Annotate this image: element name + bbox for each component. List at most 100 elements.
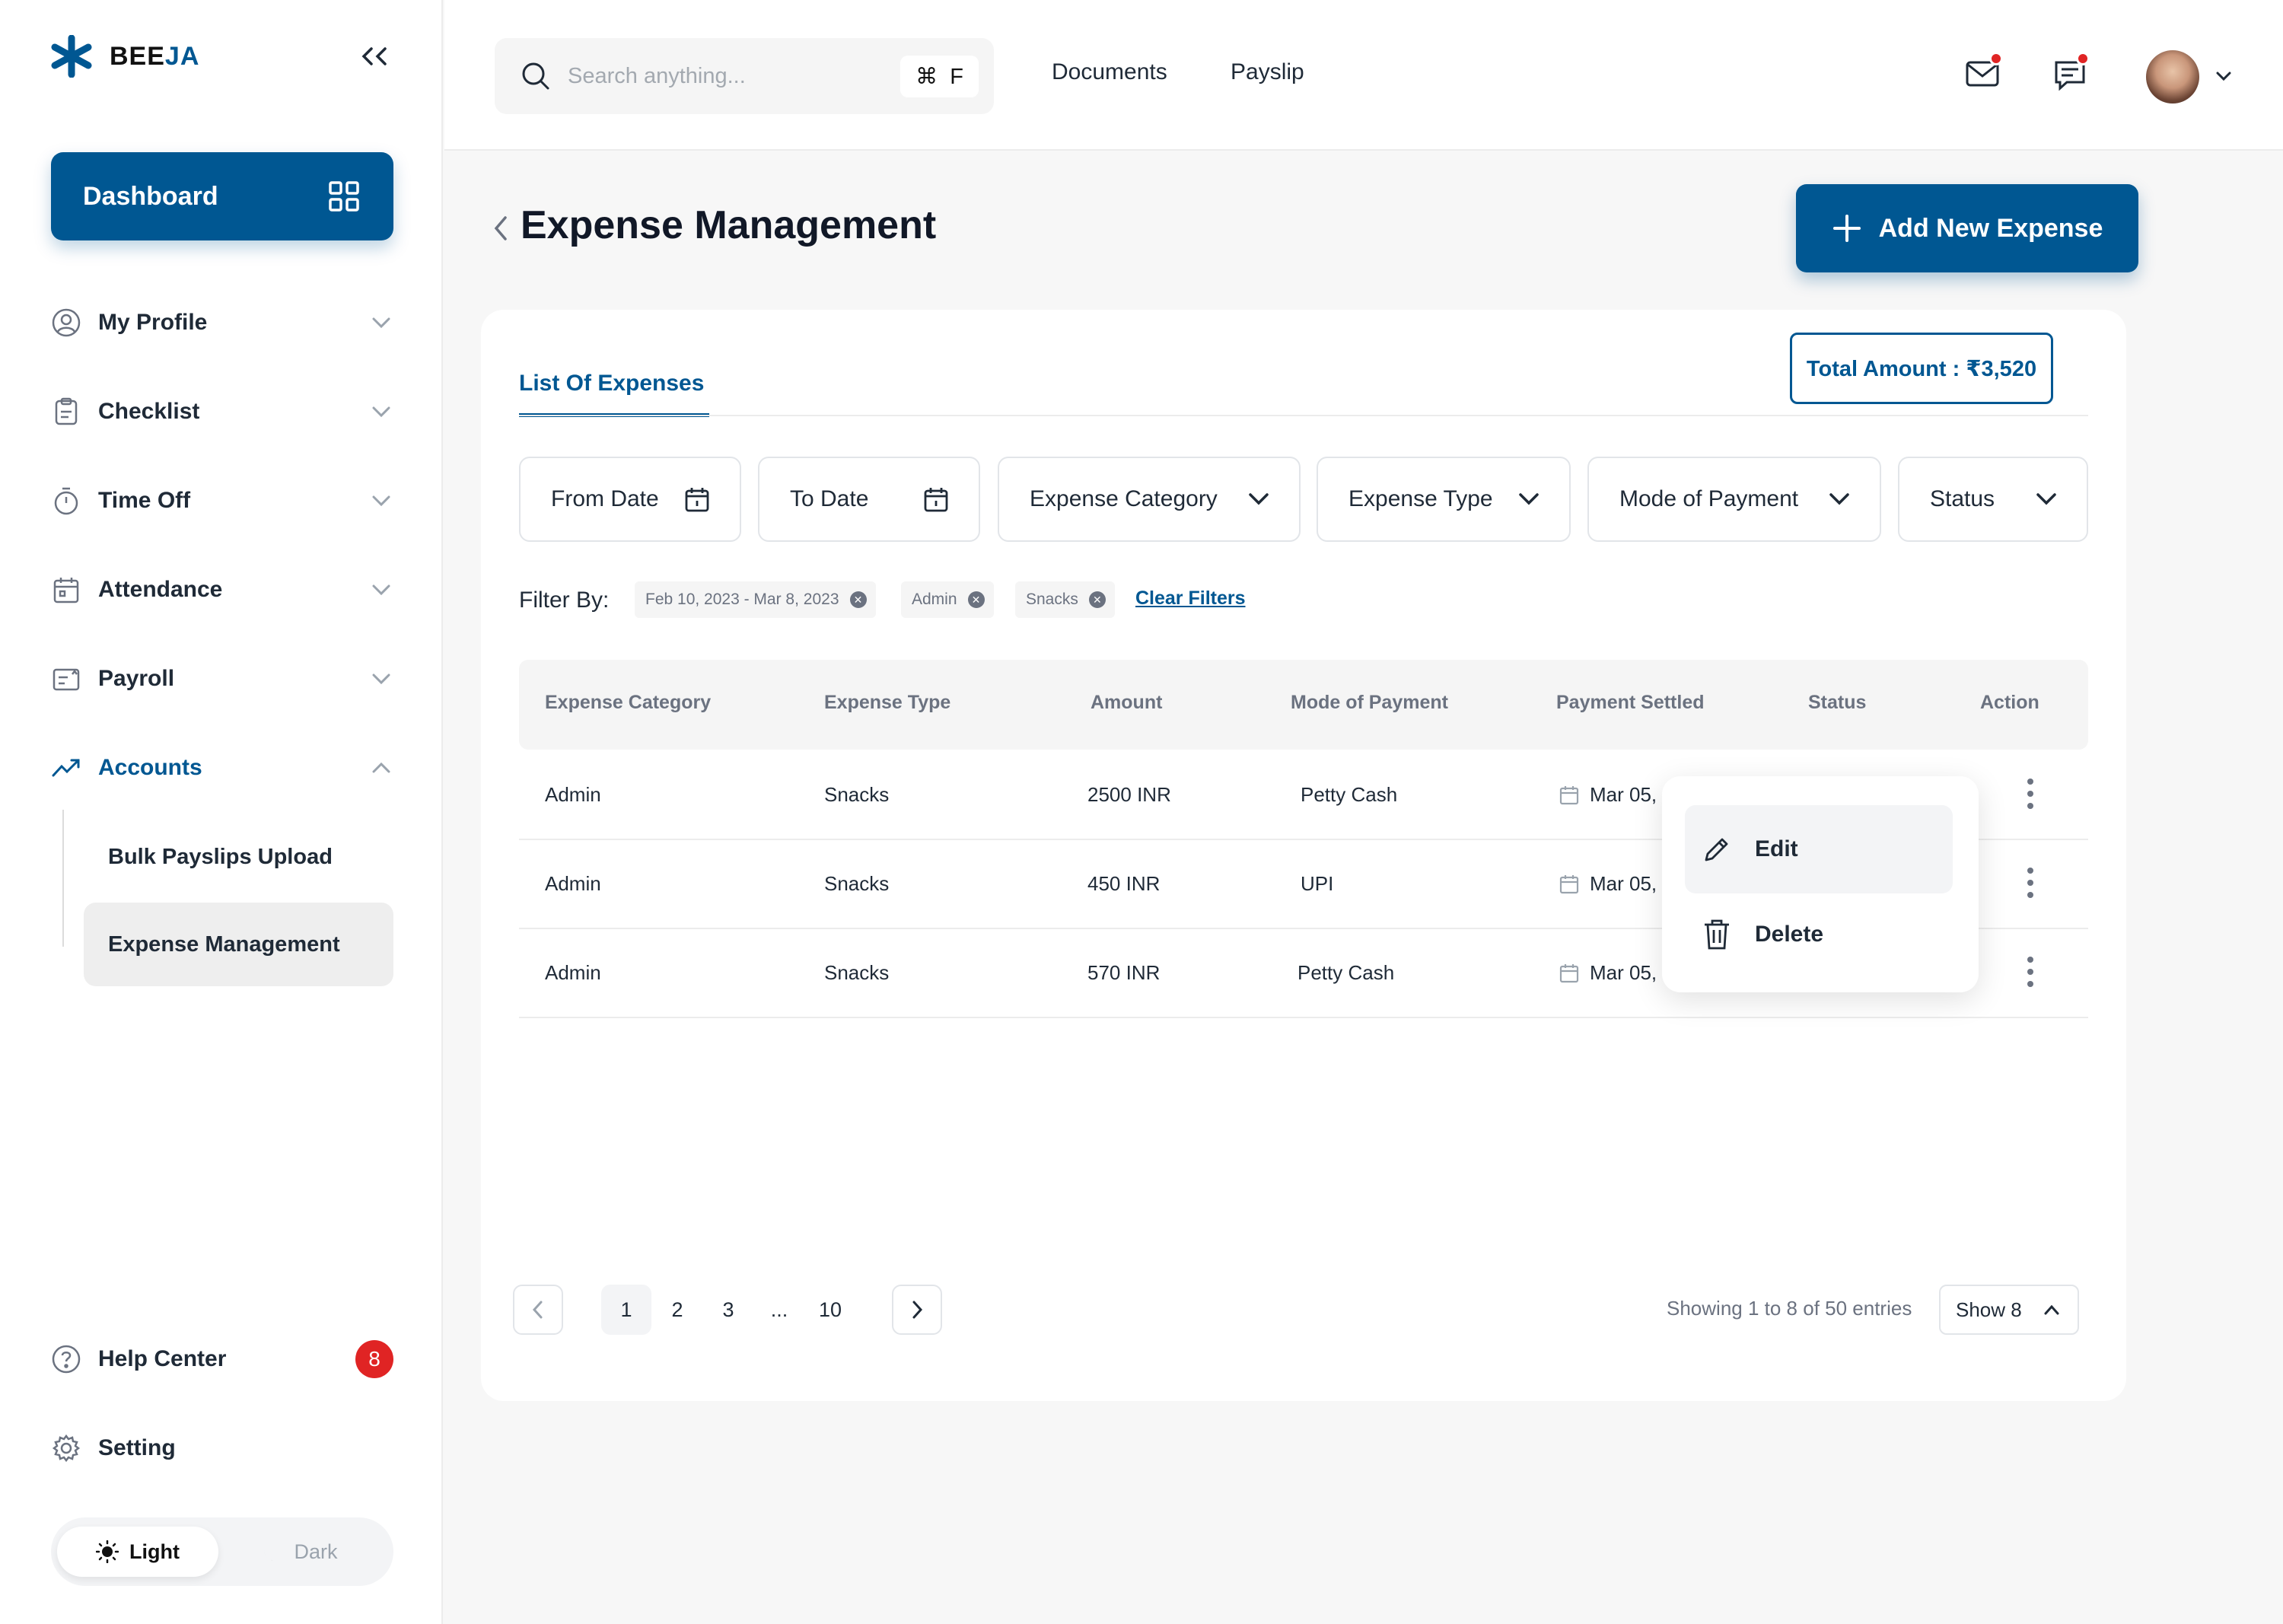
edit-menu-item[interactable]: Edit xyxy=(1685,805,1953,893)
total-amount: Total Amount : ₹3,520 xyxy=(1790,333,2053,404)
subitem-label: Expense Management xyxy=(108,931,340,957)
column-header: Mode of Payment xyxy=(1291,692,1448,713)
expense-type-select[interactable]: Expense Type xyxy=(1317,457,1571,542)
trending-up-icon xyxy=(52,759,80,777)
back-button[interactable] xyxy=(492,213,510,244)
moon-icon xyxy=(265,1543,276,1561)
chat-unread-dot xyxy=(2076,52,2090,65)
collapse-sidebar-button[interactable] xyxy=(358,44,391,68)
page-10-button[interactable]: 10 xyxy=(805,1285,855,1335)
chevron-down-icon xyxy=(372,495,390,507)
page-size-label: Show 8 xyxy=(1956,1298,2022,1321)
chevron-right-icon xyxy=(912,1301,923,1319)
filter-chip-date: Feb 10, 2023 - Mar 8, 2023 ✕ xyxy=(635,581,876,618)
sidebar-item-my-profile[interactable]: My Profile xyxy=(51,300,393,345)
dark-label: Dark xyxy=(294,1540,338,1563)
chevron-up-icon xyxy=(2044,1304,2059,1315)
cell-category: Admin xyxy=(545,961,601,984)
calendar-icon xyxy=(1559,875,1579,894)
tab-divider xyxy=(519,415,2088,416)
clipboard-icon xyxy=(55,397,78,425)
remove-chip-icon[interactable]: ✕ xyxy=(849,591,867,608)
status-select[interactable]: Status xyxy=(1898,457,2088,542)
topbar: Search anything... ⌘ F Documents Payslip xyxy=(444,0,2283,151)
column-header: Amount xyxy=(1091,692,1163,713)
sidebar-item-help-center[interactable]: Help Center 8 xyxy=(51,1336,393,1382)
sidebar-item-checklist[interactable]: Checklist xyxy=(51,389,393,435)
search-input[interactable]: Search anything... xyxy=(568,64,900,89)
calendar-icon xyxy=(53,578,79,603)
page-3-button[interactable]: 3 xyxy=(703,1285,753,1335)
filter-label: Expense Category xyxy=(1030,486,1218,511)
row-actions-button[interactable] xyxy=(2024,779,2036,812)
plus-icon xyxy=(1832,215,1861,242)
page-2-button[interactable]: 2 xyxy=(652,1285,702,1335)
page-1-button[interactable]: 1 xyxy=(601,1285,651,1335)
clear-filters-link[interactable]: Clear Filters xyxy=(1135,588,1246,610)
trash-icon xyxy=(1705,919,1729,950)
sidebar-item-label: My Profile xyxy=(98,310,208,335)
sidebar-item-time-off[interactable]: Time Off xyxy=(51,478,393,524)
filter-label: Expense Type xyxy=(1348,486,1493,511)
avatar[interactable] xyxy=(2146,50,2199,103)
profile-menu-toggle[interactable] xyxy=(2215,68,2233,84)
dashboard-button[interactable]: Dashboard xyxy=(51,152,393,240)
sidebar-item-payroll[interactable]: Payroll xyxy=(51,656,393,702)
sidebar-item-attendance[interactable]: Attendance xyxy=(51,567,393,613)
calendar-icon xyxy=(1559,786,1579,805)
filter-chip-snacks: Snacks ✕ xyxy=(1015,581,1115,618)
light-theme-option[interactable]: Light xyxy=(57,1527,218,1577)
shortcut-key: F xyxy=(950,64,963,89)
dashboard-label: Dashboard xyxy=(83,181,218,211)
sidebar-item-setting[interactable]: Setting xyxy=(51,1425,393,1471)
cell-amount: 450 INR xyxy=(1087,872,1161,895)
prev-page-button[interactable] xyxy=(513,1285,563,1335)
brand-logo[interactable]: BEEJA xyxy=(50,35,199,78)
grid-icon xyxy=(329,181,359,212)
nav-link-documents[interactable]: Documents xyxy=(1052,59,1167,85)
mail-unread-dot xyxy=(1989,52,2003,65)
page-size-select[interactable]: Show 8 xyxy=(1939,1285,2079,1335)
chevron-down-icon xyxy=(372,406,390,418)
page-ellipsis: ... xyxy=(770,1298,788,1321)
theme-toggle: Light Dark xyxy=(51,1517,393,1586)
next-page-button[interactable] xyxy=(892,1285,942,1335)
mail-button[interactable] xyxy=(1965,52,2003,88)
cell-amount: 570 INR xyxy=(1087,961,1161,984)
expense-category-select[interactable]: Expense Category xyxy=(998,457,1301,542)
from-date-filter[interactable]: From Date xyxy=(519,457,741,542)
row-actions-button[interactable] xyxy=(2024,957,2036,990)
delete-menu-item[interactable]: Delete xyxy=(1685,890,1953,979)
mode-of-payment-select[interactable]: Mode of Payment xyxy=(1587,457,1881,542)
sun-icon xyxy=(96,1540,119,1563)
sidebar-subitem-expense-management[interactable]: Expense Management xyxy=(84,903,393,986)
cell-type: Snacks xyxy=(824,783,890,806)
entries-summary: Showing 1 to 8 of 50 entries xyxy=(1667,1297,1912,1320)
cell-mode: Petty Cash xyxy=(1298,961,1395,984)
chevron-down-icon xyxy=(1829,493,1849,505)
add-new-expense-button[interactable]: Add New Expense xyxy=(1796,184,2138,272)
cell-mode: UPI xyxy=(1301,872,1334,895)
chevron-down-icon xyxy=(1249,493,1269,505)
dark-theme-option[interactable]: Dark xyxy=(218,1527,380,1577)
sidebar-subitem-bulk-payslips-upload[interactable]: Bulk Payslips Upload xyxy=(84,815,393,899)
subitem-label: Bulk Payslips Upload xyxy=(108,844,333,869)
tab-list-of-expenses[interactable]: List Of Expenses xyxy=(519,371,709,417)
chip-label: Admin xyxy=(912,591,957,608)
sidebar-item-label: Payroll xyxy=(98,666,175,691)
remove-chip-icon[interactable]: ✕ xyxy=(967,591,985,608)
remove-chip-icon[interactable]: ✕ xyxy=(1088,591,1106,608)
nav-link-payslip[interactable]: Payslip xyxy=(1231,59,1304,85)
delete-label: Delete xyxy=(1755,922,1824,947)
notification-badge: 8 xyxy=(355,1340,393,1378)
add-button-label: Add New Expense xyxy=(1878,213,2103,243)
to-date-filter[interactable]: To Date xyxy=(758,457,980,542)
search-bar[interactable]: Search anything... ⌘ F xyxy=(495,38,994,114)
chevron-down-icon xyxy=(1519,493,1539,505)
filter-by-label: Filter By: xyxy=(519,588,610,613)
row-actions-button[interactable] xyxy=(2024,868,2036,901)
asterisk-logo-icon xyxy=(51,35,92,78)
cell-category: Admin xyxy=(545,872,601,895)
chat-button[interactable] xyxy=(2053,52,2090,91)
sidebar-item-accounts[interactable]: Accounts xyxy=(51,745,393,791)
